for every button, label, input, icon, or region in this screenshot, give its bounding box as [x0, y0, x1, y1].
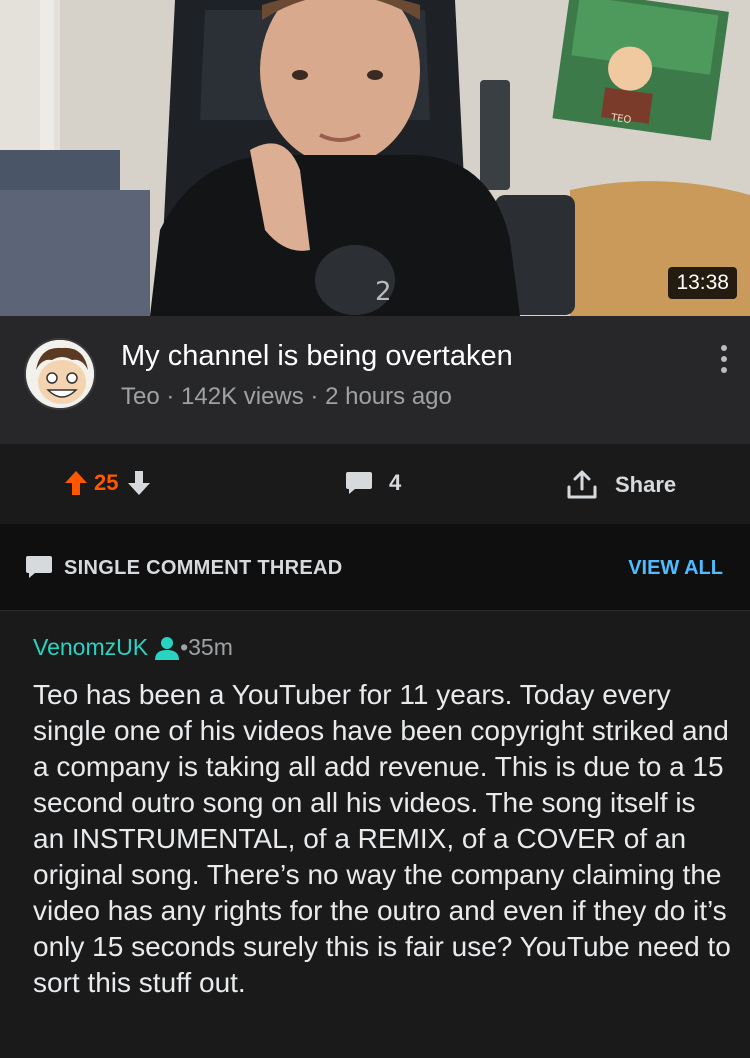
upvote-arrow-icon[interactable]: [64, 470, 88, 496]
vote-score: 25: [94, 470, 119, 495]
video-duration: 13:38: [668, 267, 737, 299]
post-author[interactable]: Teo: [121, 383, 160, 410]
downvote-arrow-icon[interactable]: [127, 470, 151, 496]
thread-bubble-icon: [26, 556, 52, 578]
view-all-link[interactable]: VIEW ALL: [628, 557, 723, 580]
vote-group: 25: [64, 470, 151, 496]
svg-text:2: 2: [375, 277, 392, 307]
post-header: [0, 316, 750, 444]
meta-separator: ·: [159, 383, 182, 410]
comment-username[interactable]: VenomzUK: [33, 634, 148, 661]
post-meta: Teo · 142K views · 2 hours ago: [121, 383, 452, 411]
user-person-icon: [155, 636, 180, 660]
video-frame-illustration: TEO 2: [0, 0, 750, 316]
post-age: 2 hours ago: [325, 383, 452, 410]
channel-avatar[interactable]: [24, 338, 96, 410]
comments-button[interactable]: 4: [345, 470, 401, 496]
share-label: Share: [615, 472, 677, 497]
share-button[interactable]: Share: [566, 470, 676, 500]
video-thumbnail[interactable]: TEO 2 13:38: [0, 0, 750, 316]
post-title[interactable]: My channel is being overtaken: [121, 340, 513, 373]
comment-count: 4: [389, 470, 402, 495]
comment-body: Teo has been a YouTuber for 11 years. To…: [33, 679, 731, 998]
comment-header: VenomzUK • 35m: [33, 634, 233, 661]
comment-bubble-icon: [346, 472, 372, 494]
thread-label: SINGLE COMMENT THREAD: [64, 557, 343, 579]
comment-time: 35m: [188, 634, 233, 660]
comment-separator: •: [180, 634, 189, 660]
post-views: 142K views: [181, 383, 304, 410]
share-icon: [567, 470, 597, 499]
meta-separator: ·: [303, 383, 326, 410]
more-vertical-icon[interactable]: [712, 345, 736, 379]
